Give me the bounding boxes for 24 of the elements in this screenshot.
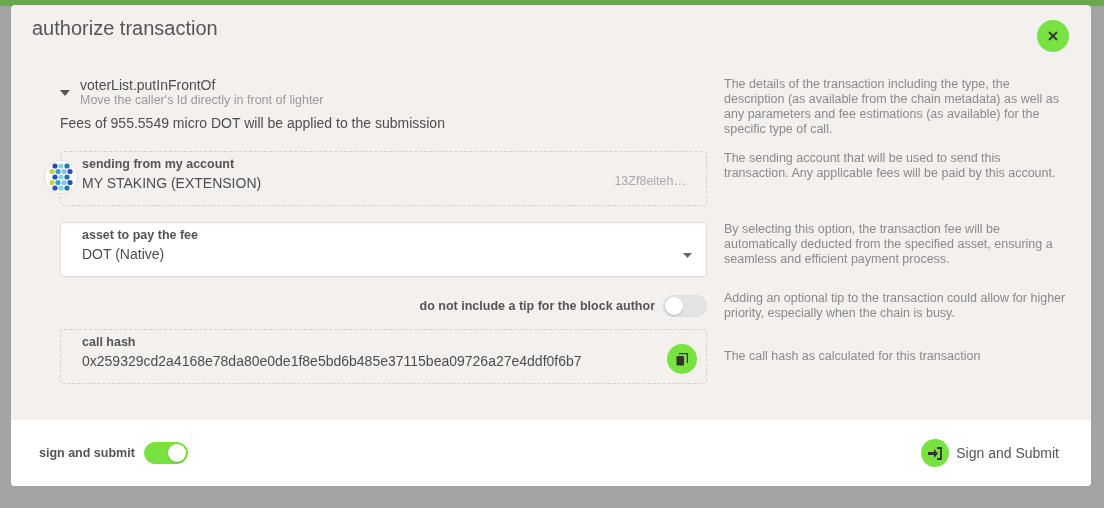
help-text: The details of the transaction including the type, the description (as available from the chain metadata) as well as any parameters and fee estimations (as available) for the specific type of call. (724, 77, 1060, 137)
fee-text: Fees of 955.5549 micro DOT will be applied to the submission (60, 115, 446, 131)
method-name: voterList.putInFrontOf (80, 77, 217, 93)
copy-button[interactable] (667, 344, 697, 374)
help-text: The call hash as calculated for this transaction (724, 349, 982, 364)
tip-toggle[interactable] (663, 295, 707, 317)
help-text: The sending account that will be used to send this transaction. Any applicable fees will be paid by this account. (724, 151, 1057, 182)
method-description: Move the caller's Id directly in front of lighter (80, 93, 324, 107)
help-text: By selecting this option, the transaction fee will be automatically deducted from the specified asset, ensuring a seamless and efficient payment process. (724, 222, 1054, 268)
call-hash-field: call hash 0x259329cd2a4168e78da80e0de1f8e5bd6b485e37115bea09726a27e4ddf0f6b7 (60, 329, 707, 384)
asset-dropdown[interactable]: asset to pay the fee DOT (Native) (60, 222, 707, 277)
identicon-icon (44, 160, 78, 194)
sign-and-submit-button[interactable]: Sign and Submit (921, 439, 1059, 467)
sign-in-icon (927, 446, 943, 460)
help-text: Adding an optional tip to the transaction could allow for higher priority, especially when the chain is busy. (724, 291, 1066, 321)
close-button[interactable] (1037, 20, 1069, 52)
copy-icon (676, 352, 688, 366)
account-field[interactable]: sending from my account MY STAKING (EXTENSION) 13Zf8eiteh… (60, 151, 707, 206)
close-icon (1048, 31, 1058, 41)
sign-submit-toggle[interactable] (143, 442, 188, 464)
sign-submit-label: sign and submit (39, 446, 135, 460)
dialog-title: authorize transaction (32, 17, 218, 40)
dropdown-caret-icon (683, 253, 692, 258)
tip-label: do not include a tip for the block author (419, 299, 655, 313)
